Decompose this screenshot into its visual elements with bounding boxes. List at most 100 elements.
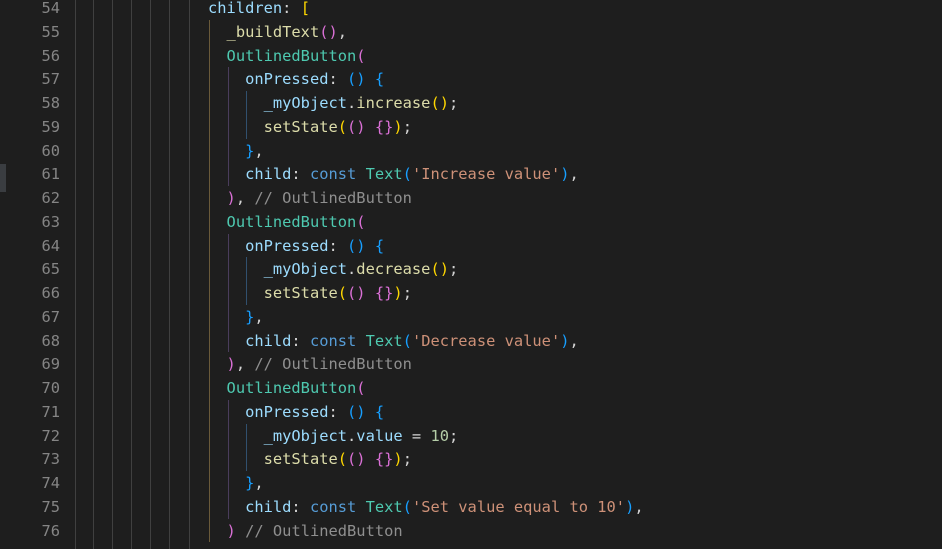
code-line[interactable]: 56 OutlinedButton(	[0, 44, 942, 68]
code-token-function: setState	[263, 117, 338, 136]
code-token-plain: ;	[402, 117, 412, 136]
code-text[interactable]: onPressed: () {	[208, 234, 384, 258]
code-line[interactable]: 73 setState(() {});	[0, 447, 942, 471]
code-line[interactable]: 54 children: [	[0, 0, 942, 20]
code-line[interactable]: 57 onPressed: () {	[0, 67, 942, 91]
code-line[interactable]: 66 setState(() {});	[0, 281, 942, 305]
code-token-plain: .	[347, 94, 357, 112]
code-text[interactable]: children: [	[208, 0, 310, 20]
code-text[interactable]: _buildText(),	[208, 20, 348, 44]
code-token-plain: ,	[235, 189, 255, 207]
code-text[interactable]: OutlinedButton(	[208, 376, 366, 400]
code-text[interactable]: },	[208, 139, 264, 163]
code-token-plain: :	[291, 497, 310, 516]
code-token-plain: ,	[254, 141, 264, 160]
code-text[interactable]: OutlinedButton(	[208, 210, 366, 234]
code-token-number: 10	[430, 426, 449, 445]
code-token-bracket-blue: (	[402, 497, 412, 516]
code-token-property: onPressed	[245, 402, 329, 421]
code-text[interactable]: ) // OutlinedButton	[208, 519, 403, 543]
code-token-plain: :	[328, 236, 348, 255]
code-text[interactable]: },	[208, 471, 264, 495]
code-line[interactable]: 67 },	[0, 305, 942, 329]
code-token-plain: ,	[235, 355, 255, 374]
code-line[interactable]: 76 ) // OutlinedButton	[0, 519, 942, 543]
code-line[interactable]: 61 child: const Text('Increase value'),	[0, 162, 942, 186]
code-text[interactable]: _myObject.increase();	[208, 91, 459, 115]
code-text[interactable]: },	[208, 305, 264, 329]
code-token-bracket-pink: {}	[374, 450, 394, 469]
code-line[interactable]: 65 _myObject.decrease();	[0, 257, 942, 281]
line-number: 57	[41, 70, 60, 89]
line-number: 76	[41, 521, 60, 540]
code-token-string: 'Decrease value'	[411, 331, 561, 350]
code-token-plain: ;	[448, 94, 459, 112]
code-text[interactable]: ), // OutlinedButton	[208, 186, 412, 210]
code-editor[interactable]: 54 children: [55 _buildText(), 56 Outlined…	[0, 0, 942, 549]
line-number: 72	[41, 426, 60, 445]
line-number: 63	[41, 212, 60, 231]
code-text[interactable]: child: const Text('Decrease value'),	[208, 329, 579, 353]
line-number: 60	[41, 141, 60, 160]
code-text[interactable]: onPressed: () {	[208, 400, 384, 424]
code-line[interactable]: 72 _myObject.value = 10;	[0, 424, 942, 448]
code-token-bracket-pink: (	[356, 46, 366, 65]
code-token-keyword: const	[309, 497, 357, 516]
code-line[interactable]: 62 ), // OutlinedButton	[0, 186, 942, 210]
code-token-property: _myObject	[263, 260, 348, 279]
code-token-property: child	[245, 165, 292, 184]
code-token-class: Text	[365, 331, 403, 350]
code-token-bracket-blue: (	[402, 165, 412, 184]
code-line[interactable]: 58 _myObject.increase();	[0, 91, 942, 115]
code-token-property: _myObject	[263, 94, 348, 112]
code-line[interactable]: 55 _buildText(),	[0, 20, 942, 44]
code-text[interactable]: OutlinedButton(	[208, 44, 366, 68]
code-line[interactable]: 75 child: const Text('Set value equal to…	[0, 495, 942, 519]
code-text[interactable]: _myObject.decrease();	[208, 257, 459, 281]
code-text[interactable]: child: const Text('Increase value'),	[208, 162, 579, 186]
code-token-bracket-gold: (	[337, 450, 348, 469]
code-token-property: child	[245, 497, 292, 516]
line-number: 54	[41, 0, 60, 17]
line-number: 68	[41, 331, 60, 350]
code-token-bracket-pink: ()	[347, 117, 366, 136]
code-token-plain: ,	[569, 331, 579, 350]
line-number: 55	[41, 22, 60, 41]
code-text[interactable]: setState(() {});	[208, 115, 412, 139]
code-line[interactable]: 74 },	[0, 471, 942, 495]
code-line[interactable]: 68 child: const Text('Decrease value'),	[0, 329, 942, 353]
code-text[interactable]: ), // OutlinedButton	[208, 352, 412, 376]
code-line[interactable]: 60 },	[0, 139, 942, 163]
code-text[interactable]: setState(() {});	[208, 447, 412, 471]
code-line[interactable]: 64 onPressed: () {	[0, 234, 942, 258]
code-line[interactable]: 71 onPressed: () {	[0, 400, 942, 424]
code-token-bracket-blue: (	[402, 331, 412, 350]
code-line[interactable]: 69 ), // OutlinedButton	[0, 352, 942, 376]
code-token-plain: ;	[449, 426, 459, 445]
code-text[interactable]: child: const Text('Set value equal to 10…	[208, 495, 644, 519]
code-line[interactable]: 70 OutlinedButton(	[0, 376, 942, 400]
code-line[interactable]: 59 setState(() {});	[0, 115, 942, 139]
line-number: 73	[41, 450, 60, 469]
code-text[interactable]: setState(() {});	[208, 281, 412, 305]
line-number: 70	[41, 379, 60, 397]
code-token-property: child	[245, 331, 292, 350]
code-token-bracket-blue: {	[374, 236, 385, 255]
code-line[interactable]: 63 OutlinedButton(	[0, 210, 942, 234]
code-token-bracket-blue: {	[374, 402, 385, 421]
code-token-bracket-gold: ()	[430, 260, 449, 279]
code-token-bracket-pink: )	[226, 521, 236, 540]
code-text[interactable]: _myObject.value = 10;	[208, 424, 459, 448]
code-text[interactable]: onPressed: () {	[208, 67, 384, 91]
code-token-property: onPressed	[245, 236, 329, 255]
code-token-function: _buildText	[226, 22, 320, 41]
code-token-class: OutlinedButton	[226, 212, 357, 231]
